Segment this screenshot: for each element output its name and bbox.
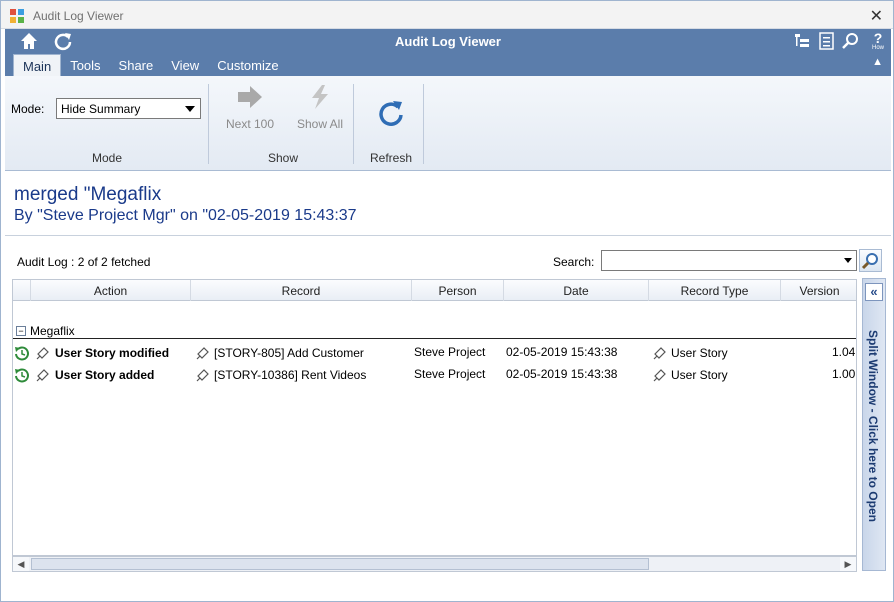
column-header-action[interactable]: Action xyxy=(31,280,191,301)
history-icon xyxy=(15,368,29,383)
search-icon[interactable] xyxy=(841,31,861,51)
magnifier-icon xyxy=(861,253,878,270)
chevron-down-icon xyxy=(185,106,195,112)
cell-record[interactable]: [STORY-10386] Rent Videos xyxy=(214,368,366,382)
help-label: How xyxy=(871,45,884,51)
story-icon xyxy=(36,347,49,360)
ribbon-title: Audit Log Viewer xyxy=(395,34,501,49)
expand-split-button[interactable]: « xyxy=(865,283,883,301)
cell-record-type: User Story xyxy=(671,368,728,382)
story-icon xyxy=(36,369,49,382)
column-header-indicator xyxy=(13,280,31,301)
split-window-strip[interactable]: « Split Window - Click here to Open xyxy=(862,278,886,571)
refresh-group: Refresh xyxy=(357,76,425,171)
ribbon-body: Mode: Hide Summary Mode Next 100 Show Al… xyxy=(5,76,891,171)
next-100-button[interactable]: Next 100 xyxy=(220,84,280,131)
refresh-button[interactable] xyxy=(371,98,411,131)
story-icon xyxy=(196,347,209,360)
group-name: Megaflix xyxy=(30,324,75,338)
audit-log-viewer-window: Audit Log Viewer ✕ Audit Log Viewer ? Ho… xyxy=(0,0,894,602)
search-input[interactable] xyxy=(601,250,857,271)
audit-log-count: Audit Log : 2 of 2 fetched xyxy=(17,255,151,269)
scroll-right-icon[interactable]: ▶ xyxy=(840,557,856,571)
window-titlebar: Audit Log Viewer ✕ xyxy=(1,1,893,29)
cell-action: User Story added xyxy=(55,368,155,382)
tab-view[interactable]: View xyxy=(162,54,208,76)
collapse-toggle-icon[interactable]: − xyxy=(16,326,26,336)
table-row[interactable]: User Story added [STORY-10386] Rent Vide… xyxy=(13,364,856,386)
audit-log-toolbar: Audit Log : 2 of 2 fetched Search: xyxy=(9,241,882,277)
lightning-icon xyxy=(312,85,328,109)
cell-date: 02-05-2019 15:43:38 xyxy=(506,345,618,359)
group-divider xyxy=(423,84,424,164)
collapse-ribbon-icon[interactable]: ▲ xyxy=(872,56,883,68)
show-all-label: Show All xyxy=(296,117,344,131)
cell-date: 02-05-2019 15:43:38 xyxy=(506,367,618,381)
mode-selected-value: Hide Summary xyxy=(61,102,141,116)
window-title: Audit Log Viewer xyxy=(33,9,124,23)
ribbon-header: Audit Log Viewer ? How Main Tools Share … xyxy=(5,29,891,76)
chevron-down-icon xyxy=(844,258,852,263)
show-all-button[interactable]: Show All xyxy=(288,84,352,131)
mode-group-label: Mode xyxy=(91,151,123,165)
table-row[interactable]: User Story modified [STORY-805] Add Cust… xyxy=(13,342,856,364)
ribbon-tabs: Main Tools Share View Customize xyxy=(13,54,288,76)
next-100-label: Next 100 xyxy=(225,117,275,131)
audit-log-grid: Action Record Person Date Record Type Ve… xyxy=(12,279,857,556)
grid-header: Action Record Person Date Record Type Ve… xyxy=(13,280,856,301)
show-group-label: Show xyxy=(267,151,299,165)
scrollbar-thumb[interactable] xyxy=(31,558,649,570)
cell-person: Steve Project xyxy=(414,367,486,381)
show-group: Next 100 Show All Show xyxy=(212,76,354,171)
list-view-icon[interactable] xyxy=(817,31,837,51)
column-header-person[interactable]: Person xyxy=(412,280,504,301)
audit-log-panel: Audit Log : 2 of 2 fetched Search: Actio… xyxy=(9,241,882,572)
tab-customize[interactable]: Customize xyxy=(208,54,287,76)
arrow-right-icon xyxy=(238,86,262,108)
page-subtitle: By "Steve Project Mgr" on "02-05-2019 15… xyxy=(14,207,357,224)
cell-record[interactable]: [STORY-805] Add Customer xyxy=(214,346,364,360)
detail-header: merged "Megaflix By "Steve Project Mgr" … xyxy=(5,172,891,236)
tab-tools[interactable]: Tools xyxy=(61,54,109,76)
column-header-record[interactable]: Record xyxy=(191,280,412,301)
cell-version: 1.00 xyxy=(832,367,856,381)
column-header-version[interactable]: Version xyxy=(781,280,856,301)
group-divider xyxy=(353,84,354,164)
page-title: merged "Megaflix xyxy=(14,184,162,205)
scroll-left-icon[interactable]: ◀ xyxy=(13,557,29,571)
tree-view-icon[interactable] xyxy=(792,31,812,51)
mode-group: Mode: Hide Summary Mode xyxy=(5,76,209,171)
tab-main[interactable]: Main xyxy=(13,54,62,76)
search-label: Search: xyxy=(553,255,595,269)
tab-share[interactable]: Share xyxy=(110,54,163,76)
close-icon[interactable]: ✕ xyxy=(870,6,883,26)
cell-record-type: User Story xyxy=(671,346,728,360)
column-header-date[interactable]: Date xyxy=(504,280,649,301)
cell-person: Steve Project xyxy=(414,345,486,359)
cell-version: 1.04 xyxy=(832,345,856,359)
group-divider xyxy=(208,84,209,164)
story-icon xyxy=(653,347,666,360)
story-icon xyxy=(653,369,666,382)
refresh-icon xyxy=(379,101,403,126)
mode-select[interactable]: Hide Summary xyxy=(56,98,201,119)
app-logo-icon xyxy=(10,9,24,23)
column-header-record-type[interactable]: Record Type xyxy=(649,280,781,301)
group-row[interactable]: − Megaflix xyxy=(13,322,856,339)
story-icon xyxy=(196,369,209,382)
split-window-label: Split Window - Click here to Open xyxy=(866,330,880,522)
refresh-group-label: Refresh xyxy=(369,151,413,165)
mode-field-label: Mode: xyxy=(11,102,45,116)
history-icon xyxy=(15,346,29,361)
horizontal-scrollbar[interactable]: ◀ ▶ xyxy=(12,556,857,572)
search-button[interactable] xyxy=(859,249,882,272)
help-icon[interactable]: ? How xyxy=(867,31,889,51)
cell-action: User Story modified xyxy=(55,346,170,360)
